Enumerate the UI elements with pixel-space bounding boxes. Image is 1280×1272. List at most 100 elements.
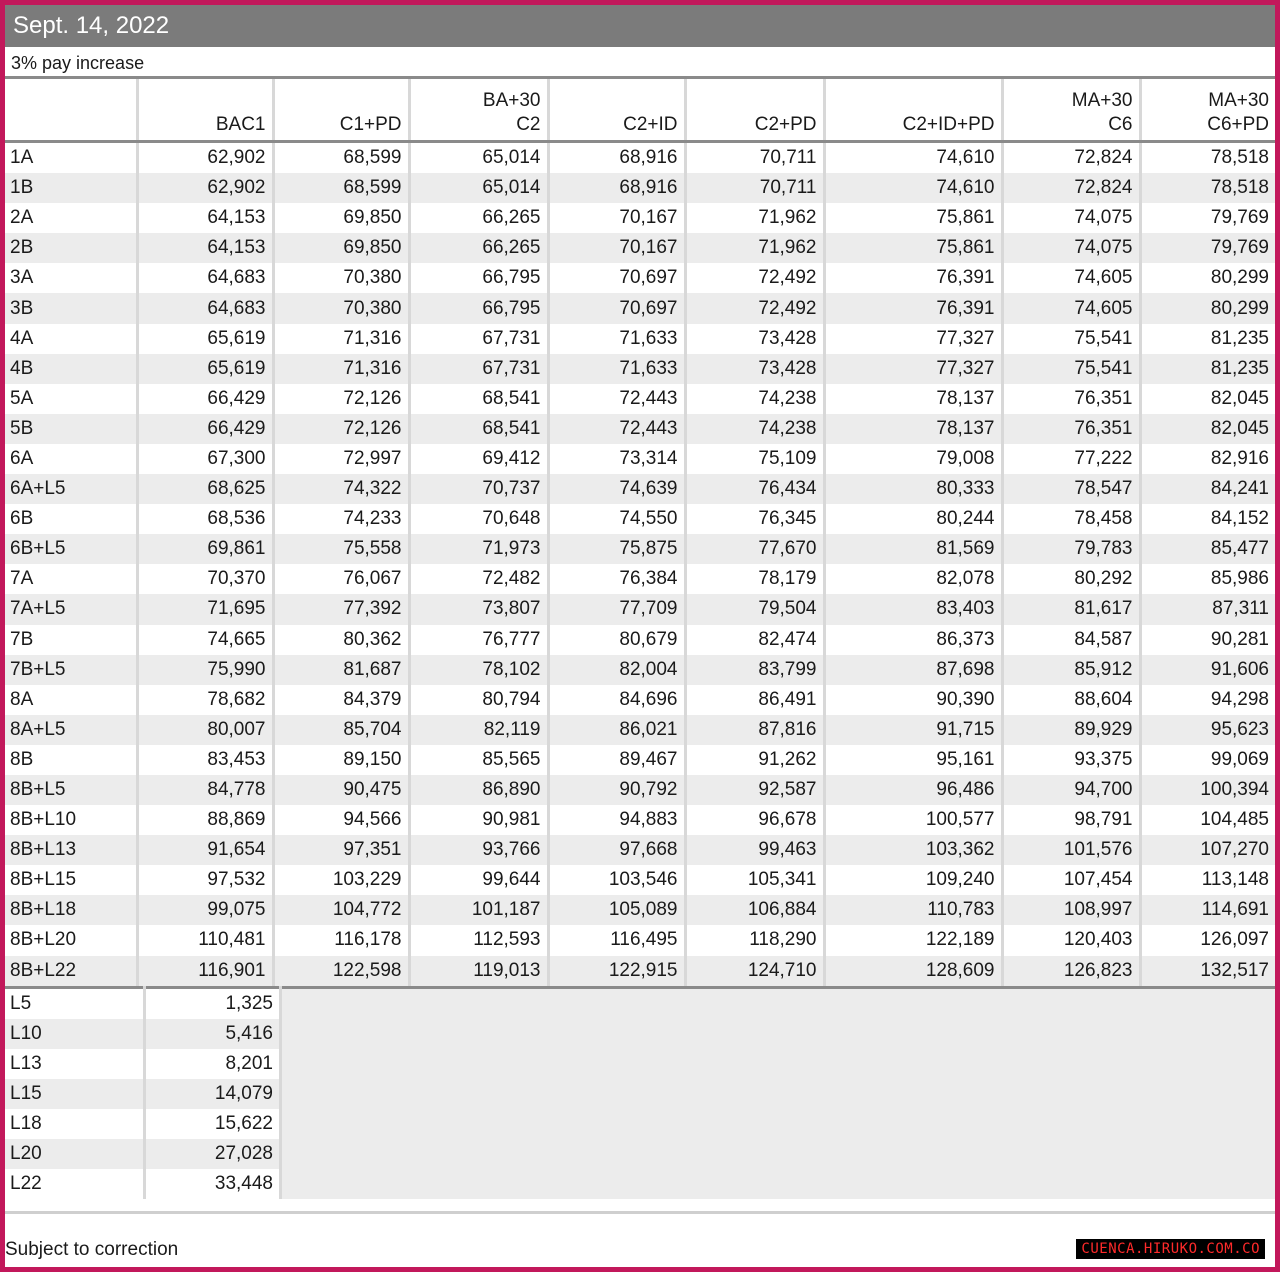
salary-cell: 74,665 — [135, 624, 273, 655]
salary-cell: 99,644 — [407, 865, 548, 896]
salary-cell: 132,517 — [1138, 955, 1275, 986]
salary-cell: 94,700 — [1000, 774, 1140, 806]
footer: Subject to correction CUENCA.HIRUKO.COM.… — [5, 1211, 1275, 1267]
salary-cell: 71,973 — [407, 534, 548, 565]
salary-cell: 71,633 — [546, 353, 685, 384]
salary-cell: 91,654 — [135, 835, 273, 866]
salary-cell: 80,299 — [1138, 263, 1275, 294]
salary-table-body: 1A 62,902 68,599 65,014 68,916 70,711 74,610 72… — [5, 141, 1275, 986]
salary-cell: 80,362 — [271, 624, 409, 655]
longevity-value: 14,079 — [143, 1078, 281, 1109]
longevity-value: 8,201 — [143, 1048, 281, 1079]
row-label: 8B+L20 — [10, 929, 77, 951]
column-header: C2+ID — [546, 79, 685, 143]
salary-cell: 69,412 — [407, 443, 548, 475]
salary-cell: 87,816 — [683, 714, 824, 745]
salary-cell: 116,495 — [546, 925, 685, 956]
longevity-label: L13 — [10, 1052, 42, 1074]
salary-cell: 79,008 — [822, 443, 1002, 475]
salary-cell: 78,518 — [1138, 141, 1275, 174]
salary-cell: 76,351 — [1000, 383, 1140, 414]
salary-cell: 77,327 — [822, 323, 1002, 354]
salary-cell: 86,373 — [822, 624, 1002, 655]
salary-cell: 71,316 — [271, 323, 409, 354]
salary-cell: 103,546 — [546, 865, 685, 896]
salary-cell: 76,351 — [1000, 413, 1140, 444]
salary-cell: 76,391 — [822, 293, 1002, 324]
salary-cell: 75,541 — [1000, 353, 1140, 384]
salary-cell: 97,668 — [546, 835, 685, 866]
longevity-label: L22 — [10, 1172, 42, 1194]
salary-cell: 74,610 — [822, 173, 1002, 204]
column-header: C2+PD — [683, 79, 824, 143]
salary-cell: 105,089 — [546, 895, 685, 926]
salary-cell: 94,566 — [271, 805, 409, 836]
salary-cell: 74,238 — [683, 383, 824, 414]
salary-cell: 110,481 — [135, 925, 273, 956]
salary-cell: 107,454 — [1000, 865, 1140, 896]
longevity-value: 5,416 — [143, 1018, 281, 1049]
row-label: 6B+L5 — [5, 534, 137, 565]
salary-cell: 97,351 — [271, 835, 409, 866]
salary-cell: 91,262 — [683, 744, 824, 775]
table-row: 8A 78,682 84,379 80,794 84,696 86,491 90,390 88… — [5, 684, 1275, 715]
longevity-row: L5 1,325 — [5, 987, 1275, 1199]
row-label: 7B+L5 — [5, 654, 137, 685]
column-header: BAC1 — [135, 79, 273, 143]
salary-cell: 70,648 — [407, 504, 548, 535]
salary-cell: 68,625 — [135, 474, 273, 505]
salary-cell: 91,606 — [1138, 654, 1275, 685]
salary-cell: 70,380 — [271, 293, 409, 324]
salary-cell: 64,153 — [135, 233, 273, 264]
salary-cell: 101,576 — [1000, 835, 1140, 866]
salary-cell: 87,311 — [1138, 594, 1275, 625]
salary-cell: 68,541 — [407, 383, 548, 414]
salary-cell: 73,314 — [546, 443, 685, 475]
row-label: 5A — [10, 387, 34, 409]
salary-cell: 93,766 — [407, 835, 548, 866]
salary-cell: 84,778 — [135, 774, 273, 806]
table-row: 8B+L10 88,869 94,566 90,981 94,883 96,678 100,… — [5, 805, 1275, 836]
column-header: MA+30 C6 — [1000, 79, 1140, 143]
salary-cell: 122,915 — [546, 955, 685, 986]
table-row: 3A 64,683 70,380 66,795 70,697 72,492 76,391 74… — [5, 263, 1275, 294]
salary-cell: 67,731 — [407, 353, 548, 384]
salary-cell: 89,929 — [1000, 714, 1140, 745]
salary-cell: 85,986 — [1138, 564, 1275, 595]
salary-cell: 86,021 — [546, 714, 685, 745]
salary-cell: 81,687 — [271, 654, 409, 685]
column-header: C2+ID+PD — [822, 79, 1002, 143]
salary-cell: 78,682 — [135, 684, 273, 715]
row-label: 8B+L5 — [5, 774, 137, 806]
salary-cell: 88,869 — [135, 805, 273, 836]
salary-cell: 82,474 — [683, 624, 824, 655]
table-row: 7A+L5 71,695 77,392 73,807 77,709 79,504 83,40… — [5, 594, 1275, 625]
salary-cell: 68,599 — [271, 141, 409, 174]
salary-cell: 72,824 — [1000, 173, 1140, 204]
salary-cell: 76,391 — [822, 263, 1002, 294]
salary-cell: 80,333 — [822, 474, 1002, 505]
salary-cell: 85,565 — [407, 744, 548, 775]
footer-divider — [5, 1211, 1275, 1214]
salary-cell: 66,429 — [135, 383, 273, 414]
row-label: 8B+L10 — [10, 809, 77, 831]
salary-cell: 104,485 — [1138, 805, 1275, 836]
salary-cell: 120,403 — [1000, 925, 1140, 956]
table-row: 2A 64,153 69,850 66,265 70,167 71,962 75,861 74… — [5, 203, 1275, 234]
salary-cell: 74,605 — [1000, 293, 1140, 324]
row-label: 5B — [5, 413, 137, 444]
longevity-value: 1,325 — [143, 987, 281, 1019]
salary-cell: 67,300 — [135, 443, 273, 475]
salary-cell: 89,467 — [546, 744, 685, 775]
longevity-label: L5 — [10, 992, 32, 1014]
salary-cell: 64,683 — [135, 293, 273, 324]
salary-cell: 78,547 — [1000, 474, 1140, 505]
row-label: 3B — [5, 293, 137, 324]
salary-cell: 99,075 — [135, 895, 273, 926]
salary-cell: 64,153 — [135, 203, 273, 234]
salary-cell: 65,619 — [135, 353, 273, 384]
table-row: 4B 65,619 71,316 67,731 71,633 73,428 77,327 75… — [5, 353, 1275, 384]
table-row: 8B+L22 116,901 122,598 119,013 122,915 124,71… — [5, 955, 1275, 986]
salary-cell: 79,769 — [1138, 233, 1275, 264]
salary-cell: 88,604 — [1000, 684, 1140, 715]
